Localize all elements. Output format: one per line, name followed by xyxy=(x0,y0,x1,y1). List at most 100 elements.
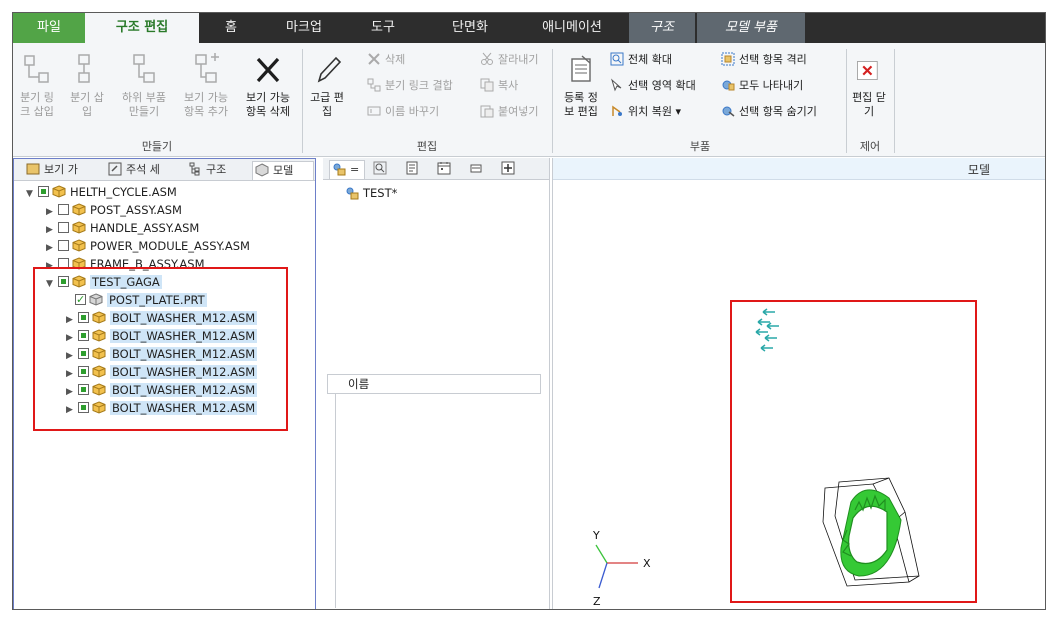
tab-home[interactable]: 홈 xyxy=(199,13,263,43)
close-edit-button[interactable]: 편집 닫 기 xyxy=(847,59,891,119)
edit-registration-button[interactable]: 등록 정 보 편집 xyxy=(558,53,604,119)
tab-tools[interactable]: 도구 xyxy=(345,13,421,43)
delete-x-icon xyxy=(256,57,280,83)
layers-icon xyxy=(470,164,482,173)
left-panel-tabs: 보기 가 주석 세 구조 모델 xyxy=(14,159,315,181)
group-label-edit: 편집 xyxy=(416,140,438,153)
viewport-highlight-box xyxy=(730,300,977,603)
link-icon xyxy=(367,78,381,92)
cut-button[interactable]: 잘라내기 xyxy=(480,51,538,69)
add-viewable-button[interactable]: 보기 가능 항목 추가 xyxy=(177,53,235,119)
name-column-label: 이름 xyxy=(348,377,370,391)
paste-button[interactable]: 붙여넣기 xyxy=(480,103,538,121)
tree-row[interactable]: ▶ POWER_MODULE_ASSY.ASM xyxy=(44,237,250,255)
show-all-button[interactable]: 모두 나타내기 xyxy=(721,77,803,95)
paste-label: 붙여넣기 xyxy=(498,105,539,118)
registration-icon xyxy=(571,55,591,82)
insert-branch-label1: 분기 삽 xyxy=(70,91,104,104)
add-button[interactable] xyxy=(499,160,519,179)
close-icon xyxy=(857,61,878,80)
group-label-control: 제어 xyxy=(859,140,881,153)
tab-structure-panel-label: 구조 xyxy=(206,163,227,176)
tab-model[interactable]: 모델 xyxy=(252,161,314,180)
tab-sectioning[interactable]: 단면화 xyxy=(421,13,519,43)
tab-viewables-label: 보기 가 xyxy=(44,163,78,176)
cube-icon xyxy=(255,163,269,177)
rename-button[interactable]: 이름 바꾸기 xyxy=(367,103,439,121)
rename-icon xyxy=(367,106,381,116)
hide-selected-button[interactable]: 선택 항목 숨기기 xyxy=(721,103,817,121)
branch-link-icon xyxy=(24,55,49,83)
tree-item-label: POST_ASSY.ASM xyxy=(90,203,182,217)
properties-tool-button[interactable] xyxy=(403,160,425,179)
tab-markup[interactable]: 마크업 xyxy=(263,13,345,43)
tree-row[interactable]: ▶ HANDLE_ASSY.ASM xyxy=(44,219,199,237)
tab-animation[interactable]: 애니메이션 xyxy=(519,13,625,43)
calendar-tool-button[interactable] xyxy=(435,160,457,179)
plus-icon xyxy=(501,161,515,175)
paste-icon xyxy=(480,105,494,118)
structure-icon xyxy=(189,162,200,176)
tab-viewable-list[interactable]: = xyxy=(329,160,365,179)
delete-button[interactable]: 삭제 xyxy=(367,51,405,69)
insert-branch-link-button[interactable]: 분기 링 크 삽입 xyxy=(19,53,55,119)
ribbon: 분기 링 크 삽입 분기 삽 입 하위 부품 만들기 보기 가능 항목 추가 보… xyxy=(13,43,1045,157)
restore-position-icon xyxy=(612,105,622,116)
tab-structure-panel[interactable]: 구조 xyxy=(186,161,250,180)
restore-position-button[interactable]: 위치 복원 ▾ xyxy=(610,103,681,121)
visibility-checkbox[interactable] xyxy=(58,204,69,215)
viewable-item[interactable]: TEST* xyxy=(345,184,397,202)
visibility-checkbox[interactable] xyxy=(38,186,49,197)
copy-icon xyxy=(480,78,494,92)
collapse-arrow-icon[interactable]: ▼ xyxy=(24,185,35,203)
viewables-panel: = TEST* 이름 xyxy=(323,158,550,609)
tree-row[interactable]: ▶ POST_ASSY.ASM xyxy=(44,201,182,219)
insert-branch-icon xyxy=(78,54,90,83)
tab-viewable-list-label: = xyxy=(350,163,360,176)
annotation-highlight-box xyxy=(33,267,288,431)
ribbon-separator xyxy=(894,49,895,153)
show-all-icon xyxy=(722,80,735,91)
tab-model-label: 모델 xyxy=(273,164,294,177)
layers-tool-button[interactable] xyxy=(467,160,489,179)
break-link-button[interactable]: 분기 링크 결합 xyxy=(367,77,453,95)
create-subpart-button[interactable]: 하위 부품 만들기 xyxy=(117,53,171,119)
create-subpart-label1: 하위 부품 xyxy=(122,91,166,104)
tab-structure-edit[interactable]: 구조 편집 xyxy=(85,13,199,43)
visibility-checkbox[interactable] xyxy=(58,240,69,251)
isolate-selected-button[interactable]: 선택 항목 격리 xyxy=(721,51,807,69)
search-tool-button[interactable] xyxy=(371,160,393,179)
insert-branch-button[interactable]: 분기 삽 입 xyxy=(67,53,107,119)
close-edit-label2: 기 xyxy=(863,105,875,118)
advanced-edit-button[interactable]: 고급 편 집 xyxy=(307,53,347,119)
tree-row[interactable]: ▼ HELTH_CYCLE.ASM xyxy=(24,183,177,201)
break-link-label: 분기 링크 결합 xyxy=(385,79,453,92)
advanced-edit-label2: 집 xyxy=(321,105,333,118)
axis-z-label: Z xyxy=(593,595,601,608)
isolate-icon xyxy=(721,52,735,66)
delete-viewable-button[interactable]: 보기 가능 항목 삭제 xyxy=(239,53,297,119)
viewable-item-icon xyxy=(346,187,359,200)
name-column-header[interactable]: 이름 xyxy=(327,374,541,394)
axis-x-label: X xyxy=(643,557,651,570)
model-tree-panel: 보기 가 주석 세 구조 모델 ▼ HELTH_CYCLE.ASM ▶ POST_A… xyxy=(13,158,316,609)
tab-annotations[interactable]: 주석 세 xyxy=(106,161,180,180)
delete-viewable-label2: 항목 삭제 xyxy=(246,105,290,118)
cut-label: 잘라내기 xyxy=(498,53,539,66)
tab-viewables[interactable]: 보기 가 xyxy=(24,161,100,180)
zoom-all-label: 전체 확대 xyxy=(628,53,672,66)
zoom-selected-button[interactable]: 선택 영역 확대 xyxy=(610,77,696,95)
model-viewport[interactable]: 모델 Y X Z xyxy=(552,158,1045,609)
visibility-checkbox[interactable] xyxy=(58,222,69,233)
create-subpart-icon xyxy=(133,54,155,83)
tab-model-parts[interactable]: 모델 부품 xyxy=(697,13,805,43)
mid-panel-toolbar: = xyxy=(323,158,549,180)
copy-button[interactable]: 복사 xyxy=(480,77,518,95)
tab-file[interactable]: 파일 xyxy=(13,13,85,43)
restore-position-label: 위치 복원 xyxy=(628,105,672,118)
pencil-icon xyxy=(317,56,342,83)
chevron-down-icon[interactable]: ▾ xyxy=(675,105,681,118)
tab-structure[interactable]: 구조 xyxy=(629,13,695,43)
delete-small-icon xyxy=(368,53,380,65)
zoom-all-button[interactable]: 전체 확대 xyxy=(610,51,672,69)
